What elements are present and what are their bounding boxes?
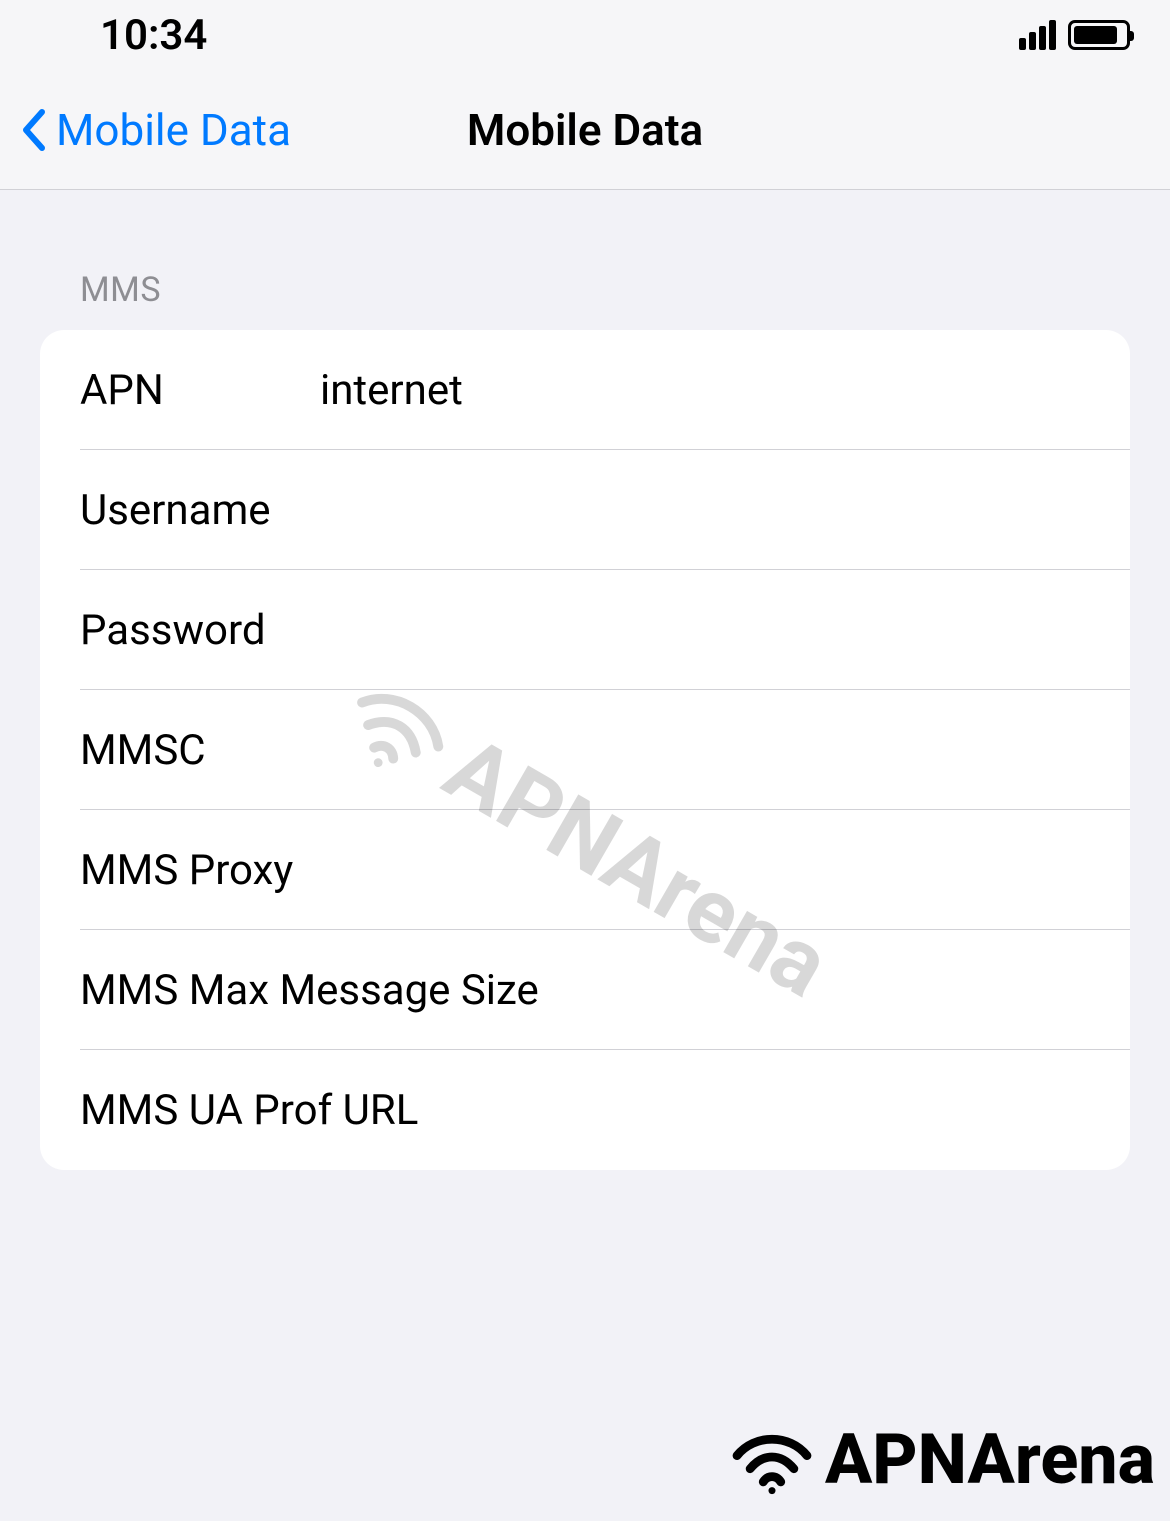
- mmsc-row[interactable]: MMSC: [40, 690, 1130, 810]
- username-label: Username: [80, 486, 320, 535]
- mms-ua-prof-row[interactable]: MMS UA Prof URL: [40, 1050, 1130, 1170]
- section-header-mms: MMS: [0, 190, 1170, 330]
- password-label: Password: [80, 606, 320, 655]
- status-bar: 10:34: [0, 0, 1170, 70]
- watermark-text: APNArena: [825, 1419, 1155, 1501]
- mmsc-label: MMSC: [80, 726, 320, 775]
- chevron-left-icon: [20, 108, 48, 152]
- back-label: Mobile Data: [56, 104, 291, 156]
- username-input[interactable]: [320, 486, 1090, 535]
- status-time: 10:34: [100, 11, 207, 60]
- apn-input[interactable]: [320, 366, 1090, 415]
- mms-proxy-label: MMS Proxy: [80, 846, 1090, 895]
- password-row[interactable]: Password: [40, 570, 1130, 690]
- mms-proxy-row[interactable]: MMS Proxy: [40, 810, 1130, 930]
- mms-max-size-row[interactable]: MMS Max Message Size: [40, 930, 1130, 1050]
- apn-row[interactable]: APN: [40, 330, 1130, 450]
- status-indicators: [1019, 20, 1130, 50]
- wifi-icon: [727, 1425, 817, 1495]
- mms-max-size-label: MMS Max Message Size: [80, 966, 1090, 1015]
- password-input[interactable]: [320, 606, 1090, 655]
- mmsc-input[interactable]: [320, 726, 1090, 775]
- watermark-bottom: APNArena: [727, 1419, 1155, 1501]
- navigation-bar: Mobile Data Mobile Data: [0, 70, 1170, 190]
- back-button[interactable]: Mobile Data: [20, 104, 291, 156]
- page-title: Mobile Data: [467, 104, 703, 156]
- mms-settings-group: APN Username Password MMSC MMS Proxy MMS…: [40, 330, 1130, 1170]
- mms-ua-prof-label: MMS UA Prof URL: [80, 1086, 1090, 1135]
- apn-label: APN: [80, 366, 320, 415]
- battery-icon: [1068, 20, 1130, 50]
- username-row[interactable]: Username: [40, 450, 1130, 570]
- cellular-signal-icon: [1019, 20, 1056, 50]
